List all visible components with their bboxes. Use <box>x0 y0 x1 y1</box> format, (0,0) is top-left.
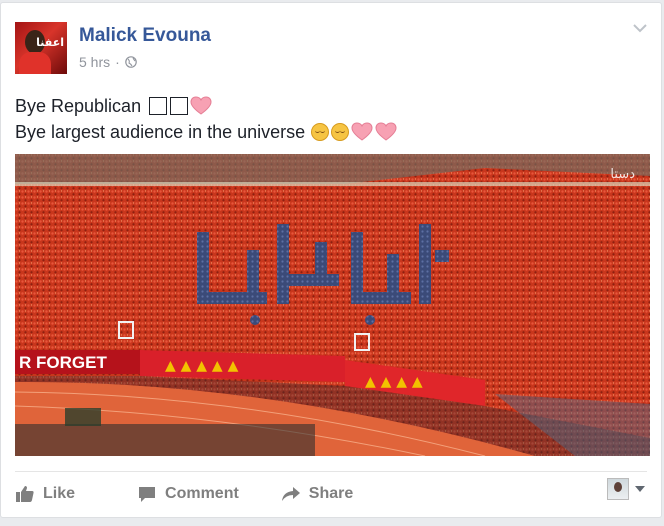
photo-banner-text: R FORGET <box>19 353 107 372</box>
pink-heart-icon <box>351 122 373 141</box>
caret-down-icon <box>635 486 645 492</box>
photo-watermark: دستا <box>610 167 635 182</box>
banner-ultras-text: ▲ ▲ ▲ ▲ ▲ <box>165 358 239 374</box>
author-name[interactable]: Malick Evouna <box>79 25 211 47</box>
comment-icon <box>139 487 156 502</box>
chevron-down-icon[interactable] <box>633 23 647 33</box>
like-button[interactable]: Like <box>15 485 75 503</box>
share-label: Share <box>308 485 354 502</box>
author-avatar[interactable]: اعفنا <box>15 22 67 74</box>
thumbs-up-icon <box>16 486 34 502</box>
share-arrow-icon <box>281 487 300 501</box>
pink-heart-icon <box>375 122 397 141</box>
meta-separator: · <box>115 54 120 70</box>
reaction-audience-selector[interactable] <box>607 478 645 500</box>
globe-icon[interactable] <box>124 56 137 68</box>
post-card: اعفنا Malick Evouna 5 hrs · Bye Republic… <box>0 2 662 518</box>
avatar-label: اعفنا <box>36 36 64 49</box>
comment-button[interactable]: Comment <box>137 485 239 503</box>
like-label: Like <box>43 485 76 502</box>
pensive-face-icon <box>311 123 330 141</box>
actions-divider <box>15 471 647 472</box>
pink-heart-icon <box>190 96 212 115</box>
share-button[interactable]: Share <box>281 485 353 503</box>
missing-glyph-icon <box>149 97 168 115</box>
post-line-2: Bye largest audience in the universe <box>15 119 397 145</box>
post-time[interactable]: 5 hrs <box>79 54 110 70</box>
post-line-2-text: Bye largest audience in the universe <box>15 122 306 142</box>
post-line-1: Bye Republican <box>15 93 397 119</box>
missing-glyph-icon <box>170 97 189 115</box>
post-line-1-text: Bye Republican <box>15 96 142 116</box>
post-actions: Like Comment Share <box>15 481 353 507</box>
banner-arabic-text: ▲ ▲ ▲ ▲ <box>365 374 423 390</box>
post-text: Bye Republican Bye largest audience in t… <box>15 93 397 145</box>
stadium-photo: R FORGET ▲ ▲ ▲ ▲ ▲ ▲ ▲ ▲ ▲ دستا <box>15 154 650 456</box>
post-photo[interactable]: R FORGET ▲ ▲ ▲ ▲ ▲ ▲ ▲ ▲ ▲ دستا <box>15 154 650 456</box>
comment-label: Comment <box>165 485 239 502</box>
viewer-avatar <box>607 478 629 500</box>
relieved-face-icon <box>331 123 350 141</box>
post-meta: 5 hrs · <box>79 54 137 70</box>
avatar-shirt <box>19 52 51 74</box>
